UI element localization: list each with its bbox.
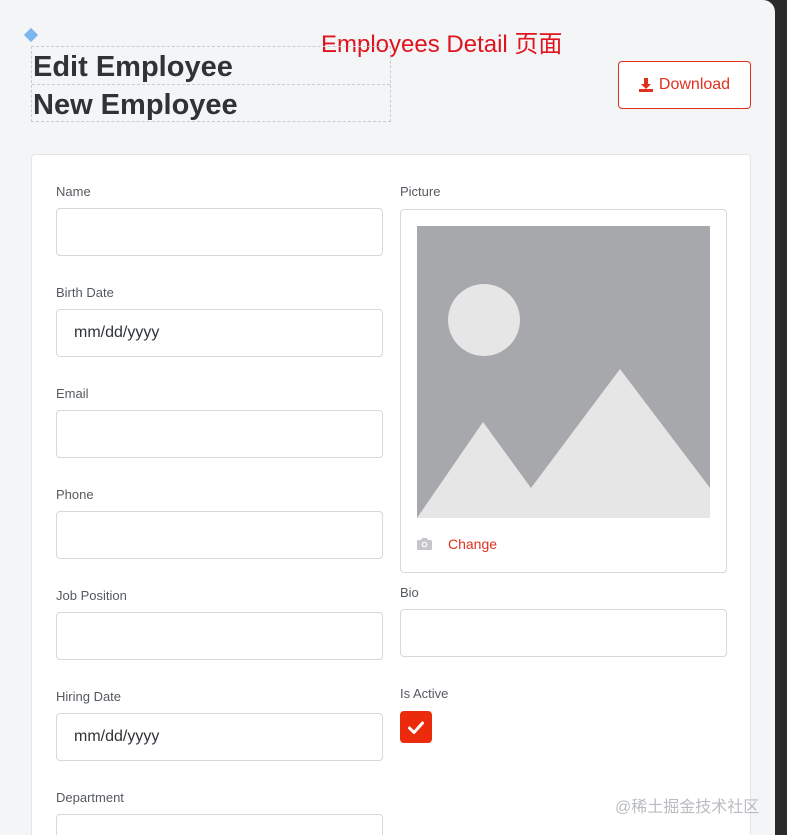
page-title-box: Edit Employee New Employee: [31, 46, 391, 122]
page: Employees Detail 页面 Edit Employee New Em…: [0, 0, 775, 835]
hiring-date-input[interactable]: mm/dd/yyyy: [56, 713, 383, 761]
is-active-label: Is Active: [400, 686, 449, 701]
bio-input[interactable]: [400, 609, 727, 657]
name-input[interactable]: [56, 208, 383, 256]
birth-date-label: Birth Date: [56, 285, 114, 300]
download-button[interactable]: Download: [618, 61, 751, 109]
bio-label: Bio: [400, 585, 419, 600]
email-label: Email: [56, 386, 89, 401]
picture-box: Change: [400, 209, 727, 573]
department-input[interactable]: [56, 814, 383, 835]
name-label: Name: [56, 184, 91, 199]
image-placeholder-icon: [417, 226, 710, 518]
is-active-checkbox[interactable]: [400, 711, 432, 743]
checkmark-icon: [408, 721, 424, 734]
change-picture-row[interactable]: Change: [417, 536, 497, 552]
page-title-edit: Edit Employee: [32, 47, 390, 85]
phone-input[interactable]: [56, 511, 383, 559]
birth-date-input[interactable]: mm/dd/yyyy: [56, 309, 383, 357]
camera-icon: [417, 538, 432, 550]
phone-label: Phone: [56, 487, 94, 502]
selection-diamond-icon: [23, 27, 39, 43]
job-position-label: Job Position: [56, 588, 127, 603]
watermark: @稀土掘金技术社区: [615, 799, 760, 816]
page-title-new: New Employee: [33, 89, 238, 121]
department-label: Department: [56, 790, 124, 805]
hiring-date-label: Hiring Date: [56, 689, 122, 704]
download-icon: [638, 78, 653, 92]
change-picture-link[interactable]: Change: [448, 536, 497, 552]
email-input[interactable]: [56, 410, 383, 458]
download-label: Download: [658, 76, 731, 93]
employee-form-card: Name Birth Date mm/dd/yyyy Email Phone J…: [31, 154, 751, 835]
job-position-input[interactable]: [56, 612, 383, 660]
picture-label: Picture: [400, 184, 441, 199]
